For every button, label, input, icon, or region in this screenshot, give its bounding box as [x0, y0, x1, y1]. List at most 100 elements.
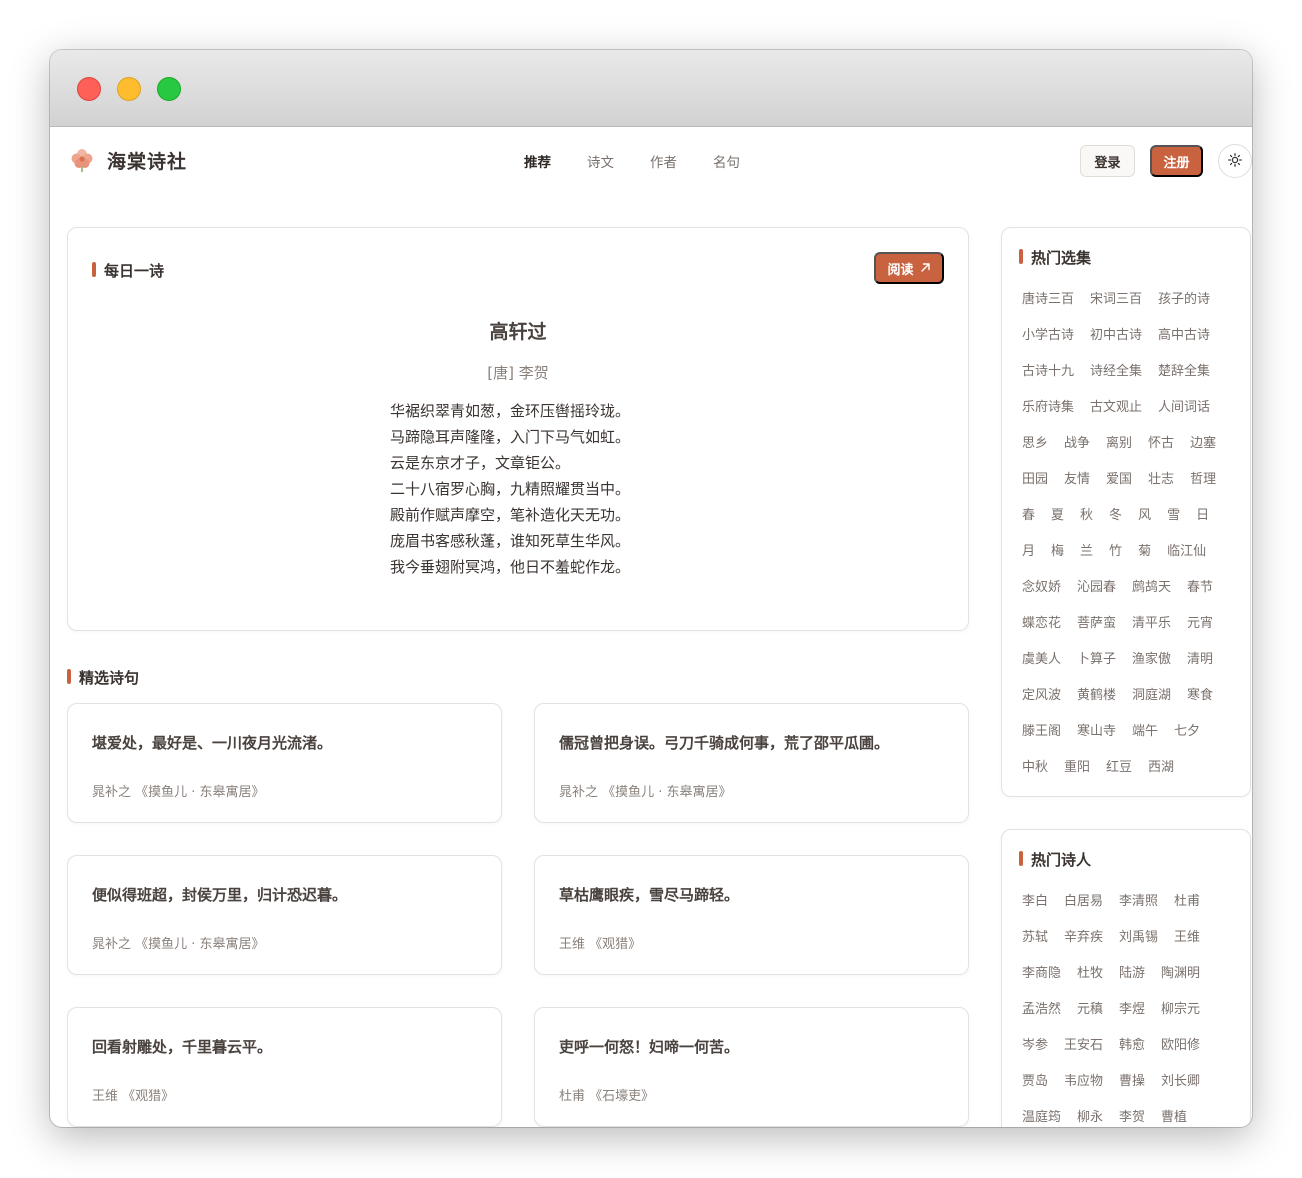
poet-tag[interactable]: 曹植	[1161, 1106, 1187, 1127]
poet-tag[interactable]: 李商隐	[1022, 962, 1061, 998]
collection-tag[interactable]: 鹧鸪天	[1132, 576, 1171, 612]
collection-tag[interactable]: 小学古诗	[1022, 324, 1074, 360]
site-name[interactable]: 海棠诗社	[107, 147, 187, 174]
collection-tag[interactable]: 壮志	[1148, 468, 1174, 504]
collection-tag[interactable]: 爱国	[1106, 468, 1132, 504]
collection-tag[interactable]: 怀古	[1148, 432, 1174, 468]
collection-tag[interactable]: 战争	[1064, 432, 1090, 468]
quote-card[interactable]: 吏呼一何怒！妇啼一何苦。 杜甫 《石壕吏》	[534, 1007, 969, 1127]
poet-tag[interactable]: 李白	[1022, 890, 1048, 926]
poem-author[interactable]: [唐] 李贺	[68, 362, 968, 383]
poet-tag[interactable]: 岑参	[1022, 1034, 1048, 1070]
collection-tag[interactable]: 春节	[1187, 576, 1213, 612]
poem-title[interactable]: 高轩过	[68, 317, 968, 344]
poet-tag[interactable]: 陆游	[1119, 962, 1145, 998]
collection-tag[interactable]: 孩子的诗	[1158, 288, 1210, 324]
read-poem-button[interactable]: 阅读	[874, 252, 944, 284]
poet-tag[interactable]: 温庭筠	[1022, 1106, 1061, 1127]
collection-tag[interactable]: 寒食	[1187, 684, 1213, 720]
close-window-button[interactable]	[77, 77, 101, 101]
poet-tag[interactable]: 贾岛	[1022, 1070, 1048, 1106]
poet-tag[interactable]: 李清照	[1119, 890, 1158, 926]
poet-tag[interactable]: 韩愈	[1119, 1034, 1145, 1070]
collection-tag[interactable]: 蝶恋花	[1022, 612, 1061, 648]
collection-tag[interactable]: 思乡	[1022, 432, 1048, 468]
nav-item-poems[interactable]: 诗文	[587, 151, 614, 171]
poet-tag[interactable]: 白居易	[1064, 890, 1103, 926]
collection-tag[interactable]: 雪	[1167, 504, 1180, 540]
poet-tag[interactable]: 李煜	[1119, 998, 1145, 1034]
collection-tag[interactable]: 人间词话	[1158, 396, 1210, 432]
collection-tag[interactable]: 清平乐	[1132, 612, 1171, 648]
collection-tag[interactable]: 元宵	[1187, 612, 1213, 648]
poet-tag[interactable]: 欧阳修	[1161, 1034, 1200, 1070]
collection-tag[interactable]: 风	[1138, 504, 1151, 540]
collection-tag[interactable]: 月	[1022, 540, 1035, 576]
quote-card[interactable]: 回看射雕处，千里暮云平。 王维 《观猎》	[67, 1007, 502, 1127]
collection-tag[interactable]: 秋	[1080, 504, 1093, 540]
collection-tag[interactable]: 重阳	[1064, 756, 1090, 792]
nav-item-quotes[interactable]: 名句	[713, 151, 740, 171]
collection-tag[interactable]: 红豆	[1106, 756, 1132, 792]
collection-tag[interactable]: 七夕	[1174, 720, 1200, 756]
poet-tag[interactable]: 杜甫	[1174, 890, 1200, 926]
poet-tag[interactable]: 刘禹锡	[1119, 926, 1158, 962]
minimize-window-button[interactable]	[117, 77, 141, 101]
collection-tag[interactable]: 日	[1196, 504, 1209, 540]
collection-tag[interactable]: 西湖	[1148, 756, 1174, 792]
collection-tag[interactable]: 田园	[1022, 468, 1048, 504]
login-button[interactable]: 登录	[1080, 145, 1135, 177]
collection-tag[interactable]: 滕王阁	[1022, 720, 1061, 756]
quote-card[interactable]: 草枯鹰眼疾，雪尽马蹄轻。 王维 《观猎》	[534, 855, 969, 975]
poet-tag[interactable]: 柳永	[1077, 1106, 1103, 1127]
poet-tag[interactable]: 元稹	[1077, 998, 1103, 1034]
quote-card[interactable]: 便似得班超，封侯万里，归计恐迟暮。 晁补之 《摸鱼儿 · 东皋寓居》	[67, 855, 502, 975]
collection-tag[interactable]: 寒山寺	[1077, 720, 1116, 756]
collection-tag[interactable]: 宋词三百	[1090, 288, 1142, 324]
collection-tag[interactable]: 洞庭湖	[1132, 684, 1171, 720]
collection-tag[interactable]: 虞美人	[1022, 648, 1061, 684]
collection-tag[interactable]: 卜算子	[1077, 648, 1116, 684]
quote-card[interactable]: 儒冠曾把身误。弓刀千骑成何事，荒了邵平瓜圃。 晁补之 《摸鱼儿 · 东皋寓居》	[534, 703, 969, 823]
poet-tag[interactable]: 柳宗元	[1161, 998, 1200, 1034]
collection-tag[interactable]: 楚辞全集	[1158, 360, 1210, 396]
poet-tag[interactable]: 辛弃疾	[1064, 926, 1103, 962]
collection-tag[interactable]: 边塞	[1190, 432, 1216, 468]
collection-tag[interactable]: 黄鹤楼	[1077, 684, 1116, 720]
register-button[interactable]: 注册	[1150, 145, 1203, 177]
collection-tag[interactable]: 沁园春	[1077, 576, 1116, 612]
poet-tag[interactable]: 李贺	[1119, 1106, 1145, 1127]
poet-tag[interactable]: 刘长卿	[1161, 1070, 1200, 1106]
collection-tag[interactable]: 友情	[1064, 468, 1090, 504]
collection-tag[interactable]: 定风波	[1022, 684, 1061, 720]
quote-source[interactable]: 王维 《观猎》	[559, 933, 641, 952]
collection-tag[interactable]: 临江仙	[1167, 540, 1206, 576]
poet-tag[interactable]: 陶渊明	[1161, 962, 1200, 998]
collection-tag[interactable]: 渔家傲	[1132, 648, 1171, 684]
collection-tag[interactable]: 兰	[1080, 540, 1093, 576]
quote-source[interactable]: 晁补之 《摸鱼儿 · 东皋寓居》	[559, 781, 732, 800]
collection-tag[interactable]: 古诗十九	[1022, 360, 1074, 396]
collection-tag[interactable]: 古文观止	[1090, 396, 1142, 432]
collection-tag[interactable]: 夏	[1051, 504, 1064, 540]
collection-tag[interactable]: 春	[1022, 504, 1035, 540]
collection-tag[interactable]: 乐府诗集	[1022, 396, 1074, 432]
quote-source[interactable]: 杜甫 《石壕吏》	[559, 1085, 654, 1104]
collection-tag[interactable]: 诗经全集	[1090, 360, 1142, 396]
collection-tag[interactable]: 菊	[1138, 540, 1151, 576]
collection-tag[interactable]: 梅	[1051, 540, 1064, 576]
quote-card[interactable]: 堪爱处，最好是、一川夜月光流渚。 晁补之 《摸鱼儿 · 东皋寓居》	[67, 703, 502, 823]
collection-tag[interactable]: 哲理	[1190, 468, 1216, 504]
poet-tag[interactable]: 苏轼	[1022, 926, 1048, 962]
theme-toggle-button[interactable]	[1218, 144, 1252, 178]
nav-item-authors[interactable]: 作者	[650, 151, 677, 171]
poet-tag[interactable]: 王维	[1174, 926, 1200, 962]
quote-source[interactable]: 王维 《观猎》	[92, 1085, 174, 1104]
collection-tag[interactable]: 初中古诗	[1090, 324, 1142, 360]
collection-tag[interactable]: 清明	[1187, 648, 1213, 684]
begonia-flower-icon[interactable]	[70, 147, 94, 173]
collection-tag[interactable]: 高中古诗	[1158, 324, 1210, 360]
collection-tag[interactable]: 冬	[1109, 504, 1122, 540]
collection-tag[interactable]: 菩萨蛮	[1077, 612, 1116, 648]
collection-tag[interactable]: 离别	[1106, 432, 1132, 468]
